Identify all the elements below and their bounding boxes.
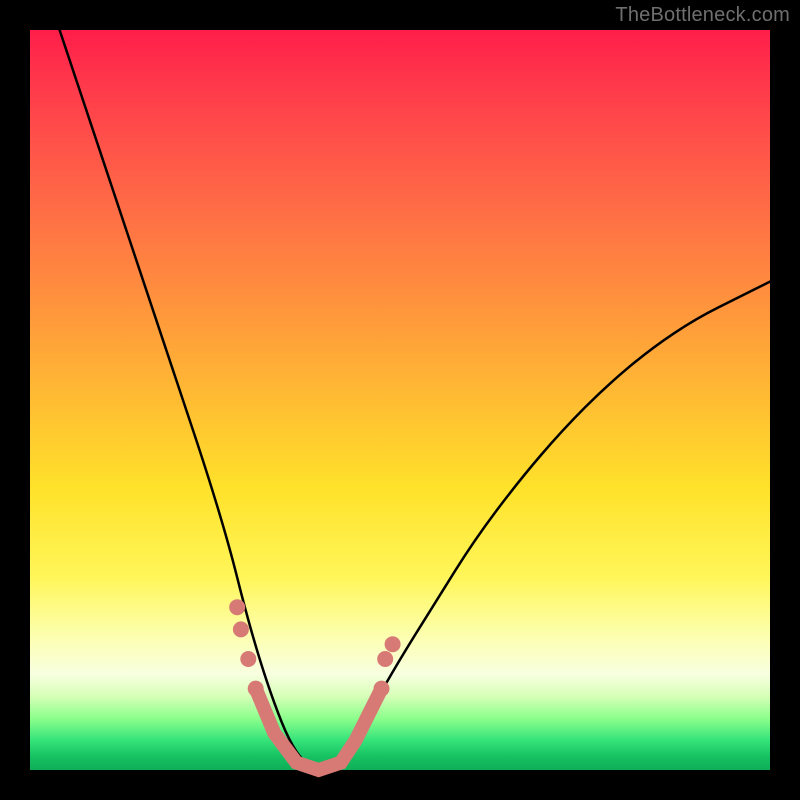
- marker-dot: [240, 651, 256, 667]
- plot-area: [30, 30, 770, 770]
- curve-layer: [30, 30, 770, 770]
- curve-markers: [229, 599, 400, 770]
- marker-dot: [248, 681, 264, 697]
- watermark-text: TheBottleneck.com: [615, 4, 790, 27]
- marker-dot: [229, 599, 245, 615]
- marker-dot: [233, 621, 249, 637]
- marker-dot: [385, 636, 401, 652]
- bottleneck-curve: [60, 30, 770, 768]
- marker-dot: [377, 651, 393, 667]
- marker-dot: [374, 681, 390, 697]
- chart-frame: TheBottleneck.com: [0, 0, 800, 800]
